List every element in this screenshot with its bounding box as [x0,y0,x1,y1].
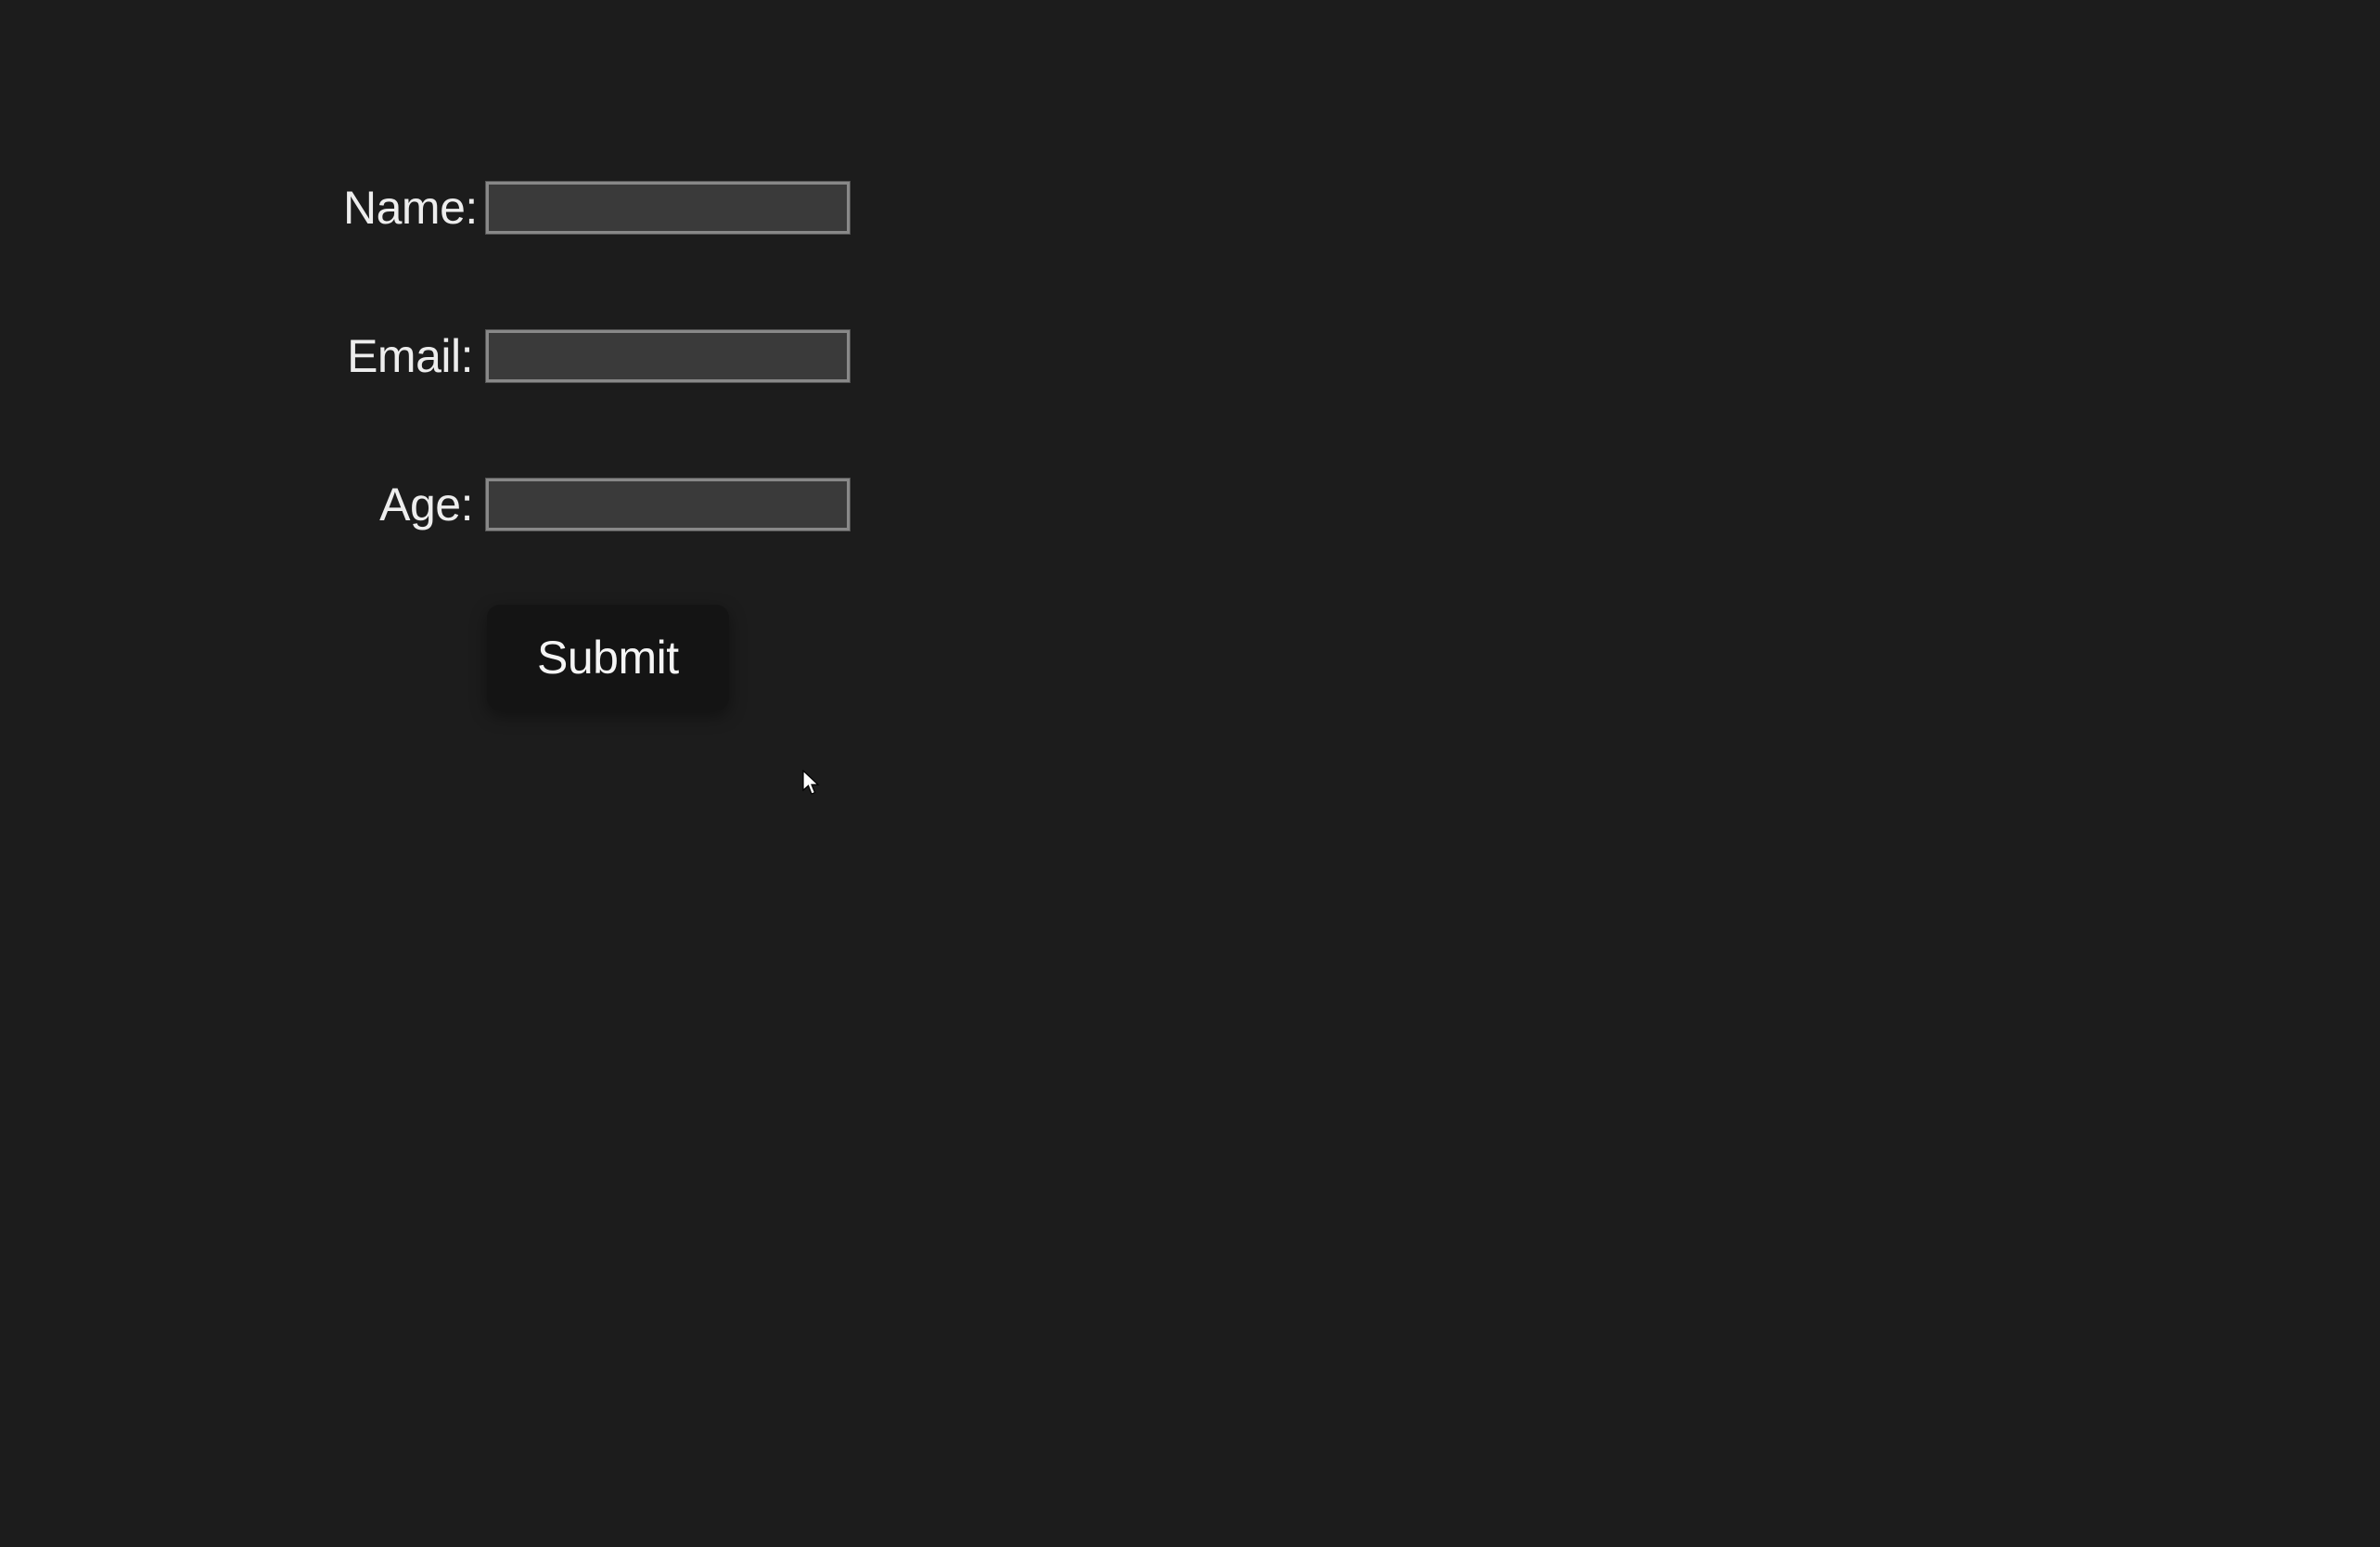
cursor-icon [802,770,821,796]
age-label: Age: [343,478,473,531]
email-label: Email: [343,329,473,383]
email-input[interactable] [486,330,850,382]
name-label: Name: [343,181,473,235]
form: Name: Email: Age: [343,181,900,626]
page: Name: Email: Age: Submit [0,0,2380,1547]
name-input[interactable] [486,182,850,234]
form-row-email: Email: [343,329,900,383]
form-row-name: Name: [343,181,900,235]
form-row-age: Age: [343,478,900,531]
submit-button[interactable]: Submit [487,605,729,710]
submit-wrap: Submit [487,605,729,710]
age-input[interactable] [486,479,850,531]
